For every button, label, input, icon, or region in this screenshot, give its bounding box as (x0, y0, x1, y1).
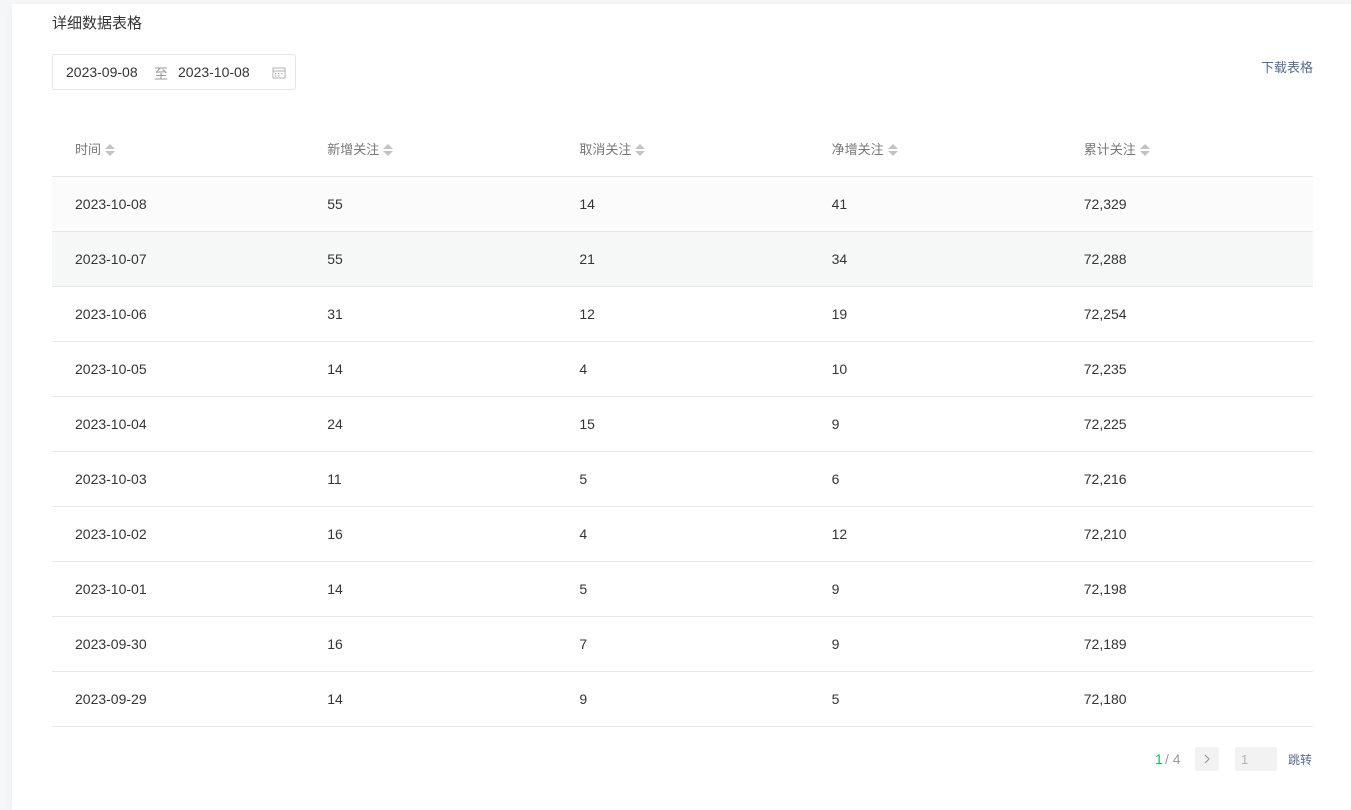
column-net-follows-cell: 9 (808, 616, 1061, 672)
column-total-follows-cell: 72,254 (1060, 286, 1313, 342)
calendar-icon (272, 67, 286, 79)
table-row: 2023-10-04 24 15 9 72,225 (52, 396, 1313, 452)
column-time-cell: 2023-10-08 (52, 176, 305, 232)
sort-icon[interactable] (635, 142, 646, 158)
column-unfollows-cell: 4 (556, 506, 809, 562)
column-total-follows-header[interactable]: 累计关注 (1060, 122, 1313, 177)
data-table: 时间 新增关注 取消关注 净增关注 累计关注 2023-10-08 55 14 41 72,32… (52, 122, 1313, 727)
column-total-follows-cell: 72,198 (1060, 561, 1313, 617)
column-net-follows-cell: 34 (808, 231, 1061, 287)
table-row: 2023-09-30 16 7 9 72,189 (52, 616, 1313, 672)
column-net-follows-cell: 12 (808, 506, 1061, 562)
column-time-cell: 2023-10-05 (52, 341, 305, 397)
column-net-follows-cell: 41 (808, 176, 1061, 232)
column-total-follows-cell: 72,225 (1060, 396, 1313, 452)
end-date: 2023-10-08 (178, 64, 250, 80)
column-label: 时间 (75, 142, 102, 158)
total-pages: / 4 (1165, 751, 1181, 767)
column-unfollows-cell: 5 (556, 561, 809, 617)
column-new-follows-cell: 24 (304, 396, 557, 452)
date-range-picker[interactable]: 2023-09-08 至 2023-10-08 (52, 54, 296, 90)
section-title: 详细数据表格 (52, 15, 143, 32)
sort-icon[interactable] (383, 142, 394, 158)
column-label: 取消关注 (579, 142, 632, 158)
column-new-follows-cell: 55 (304, 176, 557, 232)
column-new-follows-cell: 11 (304, 451, 557, 507)
jump-button[interactable]: 跳转 (1288, 751, 1312, 768)
date-separator: 至 (154, 66, 168, 82)
column-total-follows-cell: 72,235 (1060, 341, 1313, 397)
column-label: 净增关注 (831, 142, 884, 158)
column-net-follows-cell: 9 (808, 561, 1061, 617)
column-unfollows-cell: 12 (556, 286, 809, 342)
column-new-follows-cell: 14 (304, 561, 557, 617)
column-net-follows-cell: 5 (808, 671, 1061, 727)
column-new-follows-cell: 31 (304, 286, 557, 342)
table-row: 2023-10-01 14 5 9 72,198 (52, 561, 1313, 617)
column-time-cell: 2023-10-04 (52, 396, 305, 452)
column-time-cell: 2023-10-06 (52, 286, 305, 342)
table-row: 2023-10-03 11 5 6 72,216 (52, 451, 1313, 507)
next-page-button[interactable] (1195, 747, 1219, 771)
download-table-link[interactable]: 下载表格 (1261, 57, 1313, 76)
column-net-follows-cell: 19 (808, 286, 1061, 342)
column-time-cell: 2023-09-29 (52, 671, 305, 727)
table-header-row: 时间 新增关注 取消关注 净增关注 累计关注 (52, 122, 1313, 177)
column-new-follows-cell: 16 (304, 506, 557, 562)
column-label: 新增关注 (327, 142, 380, 158)
column-time-cell: 2023-10-03 (52, 451, 305, 507)
table-body: 2023-10-08 55 14 41 72,329 2023-10-07 55 21 34 72… (52, 176, 1313, 727)
table-row: 2023-09-29 14 9 5 72,180 (52, 671, 1313, 727)
sort-icon[interactable] (887, 142, 898, 158)
column-unfollows-cell: 21 (556, 231, 809, 287)
column-unfollows-cell: 14 (556, 176, 809, 232)
column-new-follows-cell: 14 (304, 671, 557, 727)
column-net-follows-cell: 10 (808, 341, 1061, 397)
sort-icon[interactable] (1139, 142, 1150, 158)
column-unfollows-cell: 7 (556, 616, 809, 672)
chevron-right-icon (1204, 754, 1210, 764)
column-new-follows-header[interactable]: 新增关注 (304, 122, 557, 177)
column-time-cell: 2023-10-02 (52, 506, 305, 562)
sort-icon[interactable] (105, 142, 116, 158)
column-unfollows-cell: 15 (556, 396, 809, 452)
table-row: 2023-10-05 14 4 10 72,235 (52, 341, 1313, 397)
column-total-follows-cell: 72,189 (1060, 616, 1313, 672)
column-total-follows-cell: 72,210 (1060, 506, 1313, 562)
column-total-follows-cell: 72,216 (1060, 451, 1313, 507)
column-total-follows-cell: 72,180 (1060, 671, 1313, 727)
column-unfollows-cell: 9 (556, 671, 809, 727)
column-new-follows-cell: 55 (304, 231, 557, 287)
column-total-follows-cell: 72,329 (1060, 176, 1313, 232)
column-time-cell: 2023-10-01 (52, 561, 305, 617)
column-time-header[interactable]: 时间 (52, 122, 305, 177)
column-unfollows-cell: 4 (556, 341, 809, 397)
table-row: 2023-10-07 55 21 34 72,288 (52, 231, 1313, 287)
page-jump-input[interactable] (1235, 747, 1277, 771)
column-unfollows-cell: 5 (556, 451, 809, 507)
column-unfollows-header[interactable]: 取消关注 (556, 122, 809, 177)
column-net-follows-header[interactable]: 净增关注 (808, 122, 1061, 177)
column-new-follows-cell: 16 (304, 616, 557, 672)
column-label: 累计关注 (1083, 142, 1136, 158)
current-page: 1 (1155, 751, 1163, 767)
table-row: 2023-10-02 16 4 12 72,210 (52, 506, 1313, 562)
column-time-cell: 2023-10-07 (52, 231, 305, 287)
start-date: 2023-09-08 (66, 64, 138, 80)
table-row: 2023-10-08 55 14 41 72,329 (52, 176, 1313, 232)
column-time-cell: 2023-09-30 (52, 616, 305, 672)
column-net-follows-cell: 9 (808, 396, 1061, 452)
column-net-follows-cell: 6 (808, 451, 1061, 507)
column-new-follows-cell: 14 (304, 341, 557, 397)
table-row: 2023-10-06 31 12 19 72,254 (52, 286, 1313, 342)
column-total-follows-cell: 72,288 (1060, 231, 1313, 287)
